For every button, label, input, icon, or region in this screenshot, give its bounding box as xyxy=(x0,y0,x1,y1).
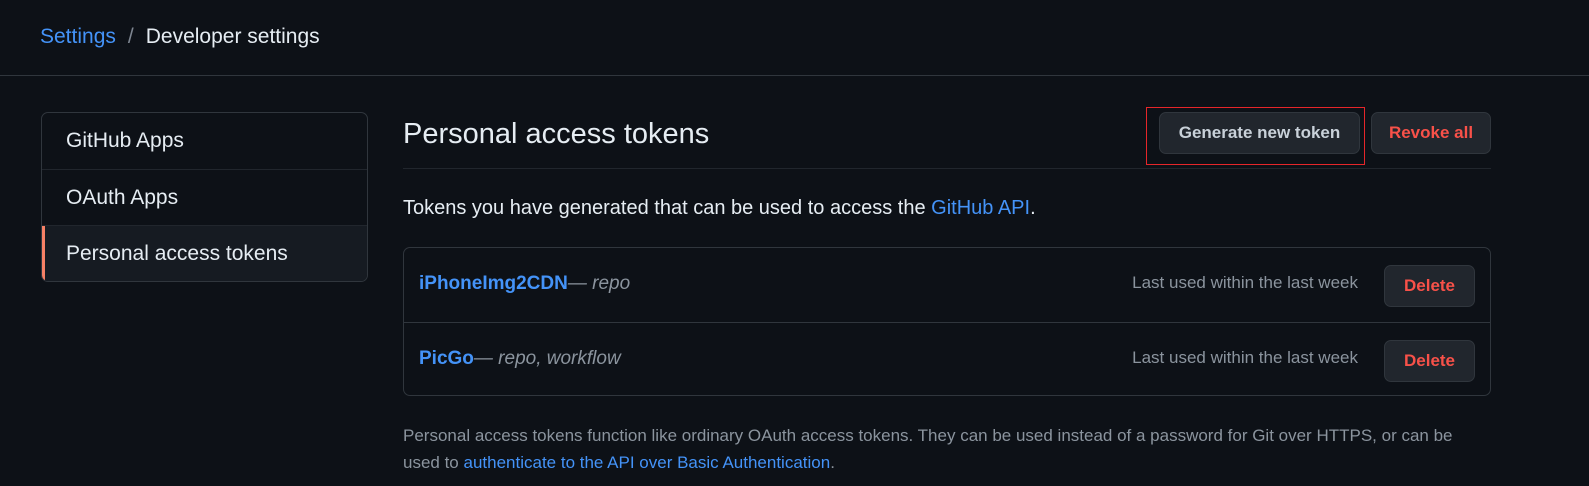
sidebar-item-label: Personal access tokens xyxy=(66,241,288,265)
token-list: iPhoneImg2CDN — repo Last used within th… xyxy=(403,247,1491,396)
sidebar-item-personal-access-tokens[interactable]: Personal access tokens xyxy=(42,225,367,281)
token-name-link[interactable]: PicGo xyxy=(419,348,474,370)
token-row: iPhoneImg2CDN — repo Last used within th… xyxy=(404,248,1490,322)
token-description: PicGo — repo, workflow xyxy=(419,348,621,370)
basic-auth-link[interactable]: authenticate to the API over Basic Authe… xyxy=(464,453,831,472)
page-title: Personal access tokens xyxy=(403,118,710,150)
token-scopes: — repo, workflow xyxy=(473,348,621,369)
delete-token-button[interactable]: Delete xyxy=(1384,265,1475,307)
breadcrumb-settings-link[interactable]: Settings xyxy=(40,24,116,50)
breadcrumb: Settings / Developer settings xyxy=(40,24,320,50)
intro-text: Tokens you have generated that can be us… xyxy=(403,197,1036,220)
revoke-all-button[interactable]: Revoke all xyxy=(1371,112,1491,154)
token-last-used: Last used within the last week xyxy=(1132,273,1358,292)
delete-token-button[interactable]: Delete xyxy=(1384,340,1475,382)
token-name-link[interactable]: iPhoneImg2CDN xyxy=(419,273,568,295)
intro-text-body: Tokens you have generated that can be us… xyxy=(403,197,932,219)
top-bar: Settings / Developer settings xyxy=(0,0,1589,76)
sidebar-item-label: GitHub Apps xyxy=(66,129,184,152)
sidebar-item-label: OAuth Apps xyxy=(66,185,179,209)
breadcrumb-current: Developer settings xyxy=(145,25,320,48)
footer-note: Personal access tokens function like ord… xyxy=(403,422,1491,476)
token-scopes: — repo xyxy=(567,273,631,294)
footer-note-end: . xyxy=(830,453,835,472)
page-header: Personal access tokens Generate new toke… xyxy=(403,104,1491,169)
token-last-used: Last used within the last week xyxy=(1132,348,1358,367)
sidebar-item-github-apps[interactable]: GitHub Apps xyxy=(42,113,367,169)
github-api-link[interactable]: GitHub API xyxy=(931,197,1030,219)
generate-new-token-button[interactable]: Generate new token xyxy=(1159,112,1360,154)
intro-text-end: . xyxy=(1030,197,1036,219)
breadcrumb-separator: / xyxy=(127,25,134,48)
developer-settings-sidebar: GitHub Apps OAuth Apps Personal access t… xyxy=(41,112,368,282)
main-content: Personal access tokens Generate new toke… xyxy=(403,104,1491,472)
token-description: iPhoneImg2CDN — repo xyxy=(419,273,630,295)
sidebar-item-oauth-apps[interactable]: OAuth Apps xyxy=(42,169,367,225)
token-row: PicGo — repo, workflow Last used within … xyxy=(404,322,1490,395)
